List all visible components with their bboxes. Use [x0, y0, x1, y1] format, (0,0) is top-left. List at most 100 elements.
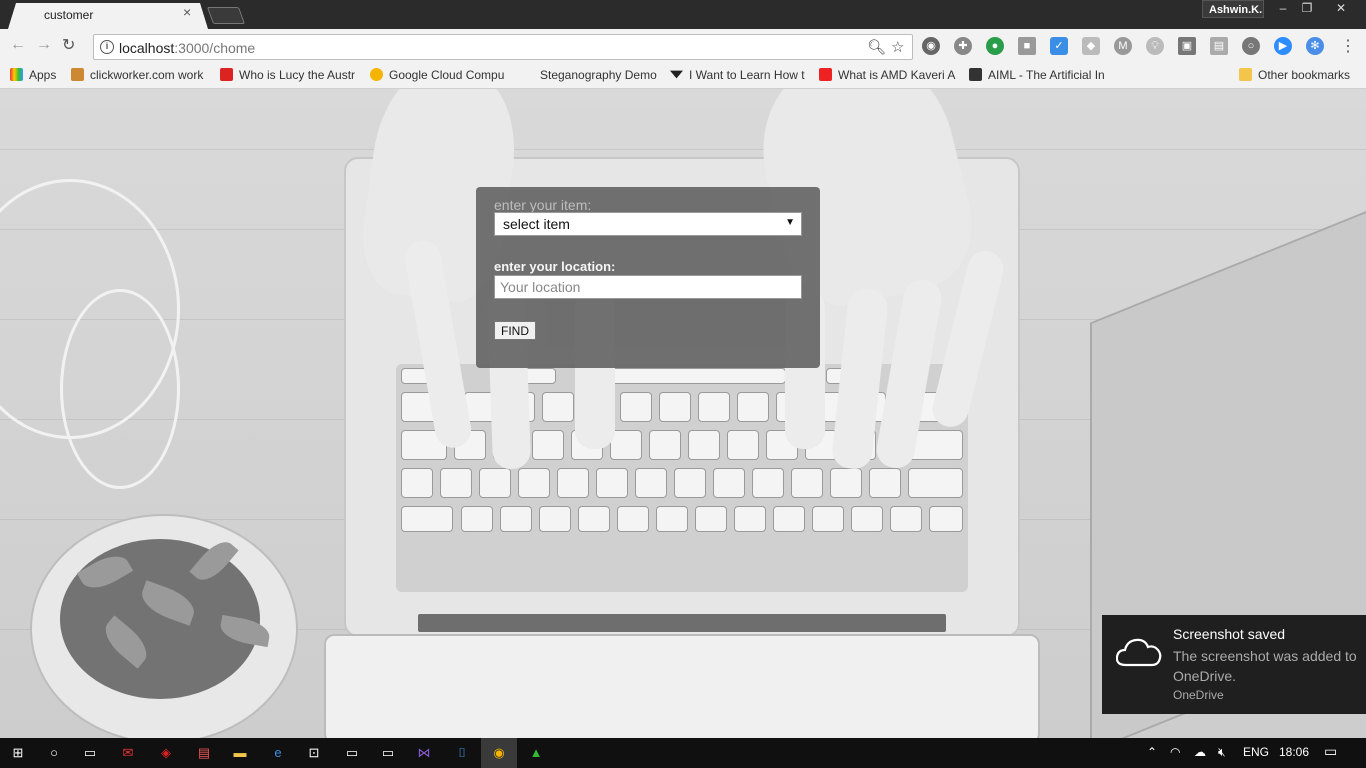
extension-badge-icon[interactable]: ▣ [1178, 37, 1196, 55]
bookmark-label: clickworker.com work [90, 68, 204, 82]
bookmark-label: I Want to Learn How t [689, 68, 805, 82]
browser-title-bar: customer × Ashwin.K. – ❐ ✕ [0, 0, 1366, 29]
chrome-icon[interactable]: ◉ [489, 743, 509, 763]
extension-fingerprint-icon[interactable]: ◉ [922, 37, 940, 55]
key [929, 506, 963, 532]
extension-bulb-icon[interactable]: 💡︎ [1146, 37, 1164, 55]
new-tab-button[interactable] [206, 7, 246, 24]
bookmark-amd-kaveri[interactable]: What is AMD Kaveri A [819, 68, 957, 82]
key [401, 468, 433, 498]
extension-snowflake-icon[interactable]: ✻ [1306, 37, 1324, 55]
google-cloud-icon [370, 68, 383, 81]
key [606, 368, 786, 384]
url-host: localhost [119, 40, 175, 56]
tab-title: customer [44, 8, 94, 22]
bookmark-aiml[interactable]: AIML - The Artificial In [969, 68, 1107, 82]
item-label: enter your item: [494, 197, 592, 213]
extension-m-icon[interactable]: M [1114, 37, 1132, 55]
zoom-search-icon[interactable]: 🔍︎ [867, 38, 886, 56]
apps-grid-icon [10, 68, 23, 81]
nodejs-icon[interactable]: ▲ [526, 743, 546, 763]
task-view-icon[interactable]: ▭ [80, 743, 100, 763]
key [737, 392, 769, 422]
blank-page-icon [521, 68, 534, 81]
key [610, 430, 642, 460]
tab-close-icon[interactable]: × [183, 5, 191, 19]
key [674, 468, 706, 498]
file-explorer-icon[interactable]: ▬ [230, 743, 250, 763]
bookmark-lucy[interactable]: Who is Lucy the Austr [220, 68, 358, 82]
tab-customer[interactable] [8, 3, 208, 29]
extension-circle-icon[interactable]: ○ [1242, 37, 1260, 55]
command-prompt-icon[interactable]: ▭ [378, 743, 398, 763]
mail-app-icon[interactable]: ✉ [118, 743, 138, 763]
laptop-screen [324, 634, 1040, 738]
wood-grain [0, 149, 1366, 150]
windows-taskbar: ⊞ ○ ▭ ✉ ◈ ▤ ▬ e ⊡ ▭ ▭ ⋈ ⌷ ◉ ▲ ⌃ ◠ ☁ 🔇︎ E… [0, 738, 1366, 768]
store-icon[interactable]: ⊡ [304, 743, 324, 763]
reload-icon[interactable]: ↻ [62, 35, 75, 55]
edge-browser-icon[interactable]: e [268, 743, 288, 763]
key [752, 468, 784, 498]
key [773, 506, 805, 532]
bookmark-apps[interactable]: Apps [10, 68, 62, 82]
bookmark-label: Apps [29, 68, 57, 82]
bookmark-other[interactable]: Other bookmarks [1239, 68, 1359, 82]
cortana-icon[interactable]: ○ [44, 743, 64, 763]
visual-studio-icon[interactable]: ⋈ [414, 743, 434, 763]
extension-mail-icon[interactable]: ✓ [1050, 37, 1068, 55]
browser-toolbar: ← → ↻ i localhost:3000/chome 🔍︎ ☆ ◉ ✚ ● … [0, 29, 1366, 63]
extension-zoom-icon[interactable]: ▶ [1274, 37, 1292, 55]
app-bracket-icon[interactable]: ⌷ [452, 743, 472, 763]
security-app-icon[interactable]: ◈ [156, 743, 176, 763]
extension-pdf-icon[interactable]: ▤ [1210, 37, 1228, 55]
key [688, 430, 720, 460]
site-info-icon[interactable]: i [100, 40, 114, 54]
onedrive-notification[interactable]: Screenshot saved The screenshot was adde… [1102, 615, 1366, 714]
laptop-keyboard [396, 364, 968, 592]
bookmark-google-cloud[interactable]: Google Cloud Compu [370, 68, 510, 82]
item-select[interactable]: select item ▼ [494, 212, 802, 236]
command-prompt-icon[interactable]: ▭ [342, 743, 362, 763]
key [659, 392, 691, 422]
bookmark-learn[interactable]: I Want to Learn How t [670, 68, 806, 82]
bookmark-clickworker[interactable]: clickworker.com work [71, 68, 208, 82]
address-bar[interactable]: i localhost:3000/chome 🔍︎ ☆ [93, 34, 913, 60]
wifi-icon[interactable]: ◠ [1170, 745, 1180, 759]
key [539, 506, 571, 532]
back-icon[interactable]: ← [10, 36, 26, 54]
close-window-icon[interactable]: ✕ [1326, 0, 1356, 18]
clock[interactable]: 18:06 [1279, 745, 1309, 759]
search-form-panel: enter your item: select item ▼ enter you… [476, 187, 820, 368]
action-center-icon[interactable]: ▭ [1324, 743, 1337, 760]
extension-new-icon[interactable]: ● [986, 37, 1004, 55]
restore-icon[interactable]: ❐ [1292, 0, 1322, 18]
windows-start-icon[interactable]: ⊞ [8, 743, 28, 763]
location-label: enter your location: [494, 259, 616, 274]
url-path: :3000/chome [174, 40, 256, 56]
language-indicator[interactable]: ENG [1243, 745, 1269, 759]
show-hidden-icons-icon[interactable]: ⌃ [1147, 745, 1157, 759]
key [649, 430, 681, 460]
extension-plus-icon[interactable]: ✚ [954, 37, 972, 55]
browser-menu-icon[interactable]: ⋮ [1340, 36, 1356, 56]
forward-icon[interactable]: → [36, 36, 52, 54]
notification-body: The screenshot was added to OneDrive. [1173, 648, 1357, 684]
item-select-value: select item [503, 216, 570, 232]
bookmark-label: Google Cloud Compu [389, 68, 505, 82]
find-button[interactable]: FIND [494, 321, 536, 340]
bookmark-star-icon[interactable]: ☆ [891, 38, 904, 56]
key [401, 506, 453, 532]
extension-stop-icon[interactable]: ■ [1018, 37, 1036, 55]
url-text[interactable]: localhost:3000/chome [119, 40, 255, 56]
document-app-icon[interactable]: ▤ [194, 743, 214, 763]
key [620, 392, 652, 422]
key [713, 468, 745, 498]
profile-button[interactable]: Ashwin.K. [1202, 0, 1264, 18]
bookmark-steganography[interactable]: Steganography Demo [521, 68, 661, 82]
volume-muted-icon[interactable]: 🔇︎ [1218, 745, 1226, 760]
location-input[interactable] [494, 275, 802, 299]
extension-cube-icon[interactable]: ◆ [1082, 37, 1100, 55]
onedrive-tray-icon[interactable]: ☁ [1194, 745, 1206, 759]
key [440, 468, 472, 498]
